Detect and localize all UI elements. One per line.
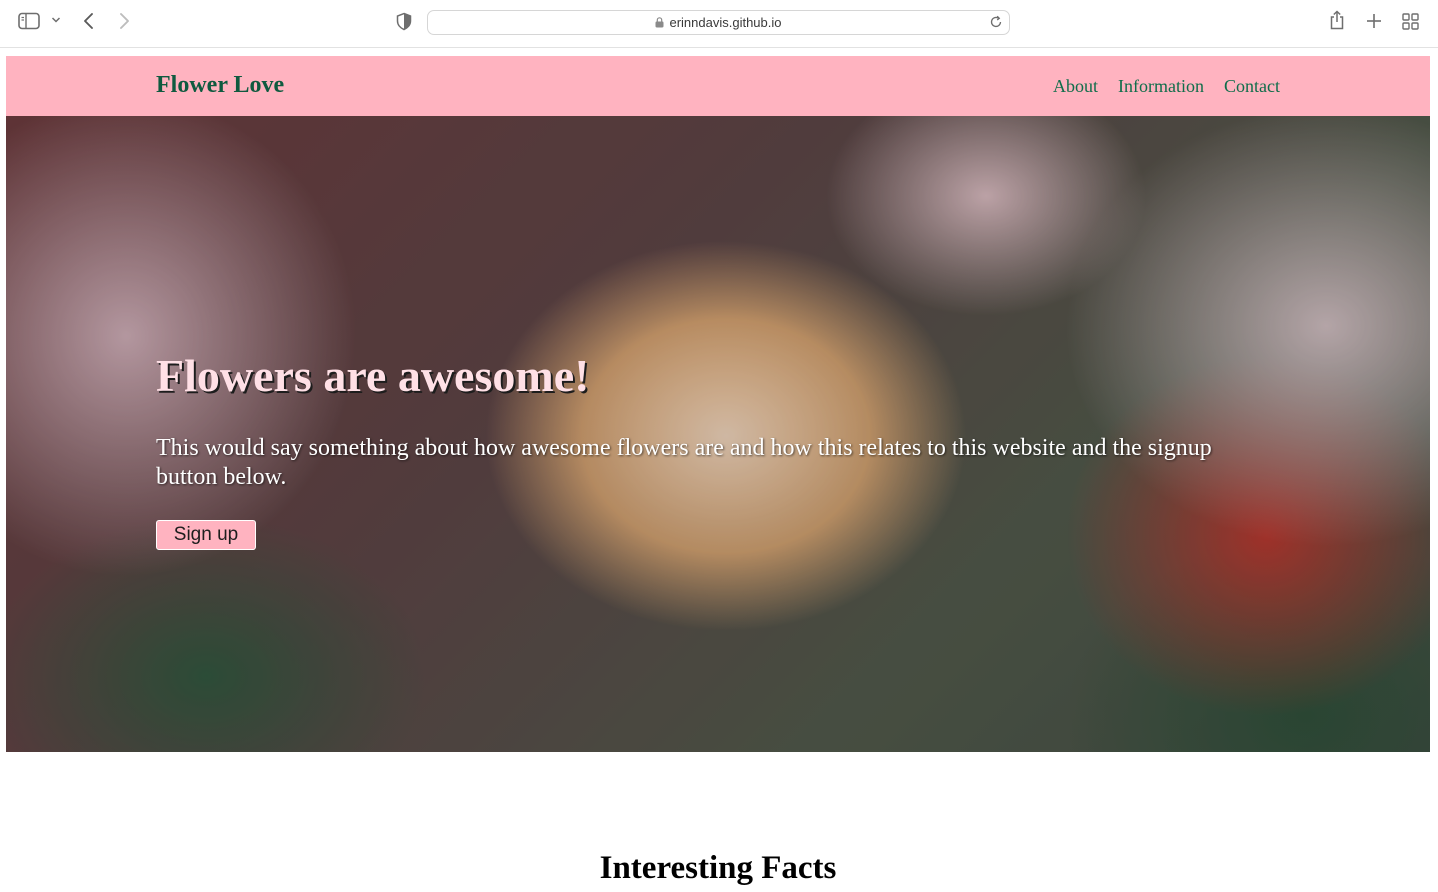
nav-link-about[interactable]: About <box>1053 76 1098 97</box>
forward-arrow-icon[interactable] <box>117 12 131 30</box>
section-title-facts: Interesting Facts <box>599 850 837 886</box>
hero-title: Flowers are awesome! <box>156 350 590 401</box>
url-display[interactable]: erinndavis.github.io <box>428 15 1009 31</box>
shield-icon[interactable] <box>396 12 412 31</box>
url-text: erinndavis.github.io <box>669 15 782 30</box>
hero-section: Flowers are awesome! This would say some… <box>6 116 1430 752</box>
address-bar[interactable]: erinndavis.github.io <box>427 10 1010 35</box>
nav-links: About Information Contact <box>1053 76 1280 97</box>
hero-description: This would say something about how aweso… <box>156 435 1212 490</box>
reload-icon[interactable] <box>989 15 1003 34</box>
back-arrow-icon[interactable] <box>82 12 96 30</box>
share-icon[interactable] <box>1329 10 1345 30</box>
browser-toolbar: erinndavis.github.io <box>0 0 1438 48</box>
signup-button[interactable]: Sign up <box>156 520 256 550</box>
sidebar-icon[interactable] <box>18 12 40 30</box>
web-page: Flower Love About Information Contact Fl… <box>6 56 1430 892</box>
plus-icon[interactable] <box>1366 13 1382 29</box>
nav-link-information[interactable]: Information <box>1118 76 1204 97</box>
nav-link-contact[interactable]: Contact <box>1224 76 1280 97</box>
site-navbar: Flower Love About Information Contact <box>6 56 1430 116</box>
lock-icon <box>655 16 664 31</box>
tabs-grid-icon[interactable] <box>1402 13 1419 30</box>
brand-logo[interactable]: Flower Love <box>156 72 284 99</box>
chevron-down-icon[interactable] <box>51 16 61 24</box>
